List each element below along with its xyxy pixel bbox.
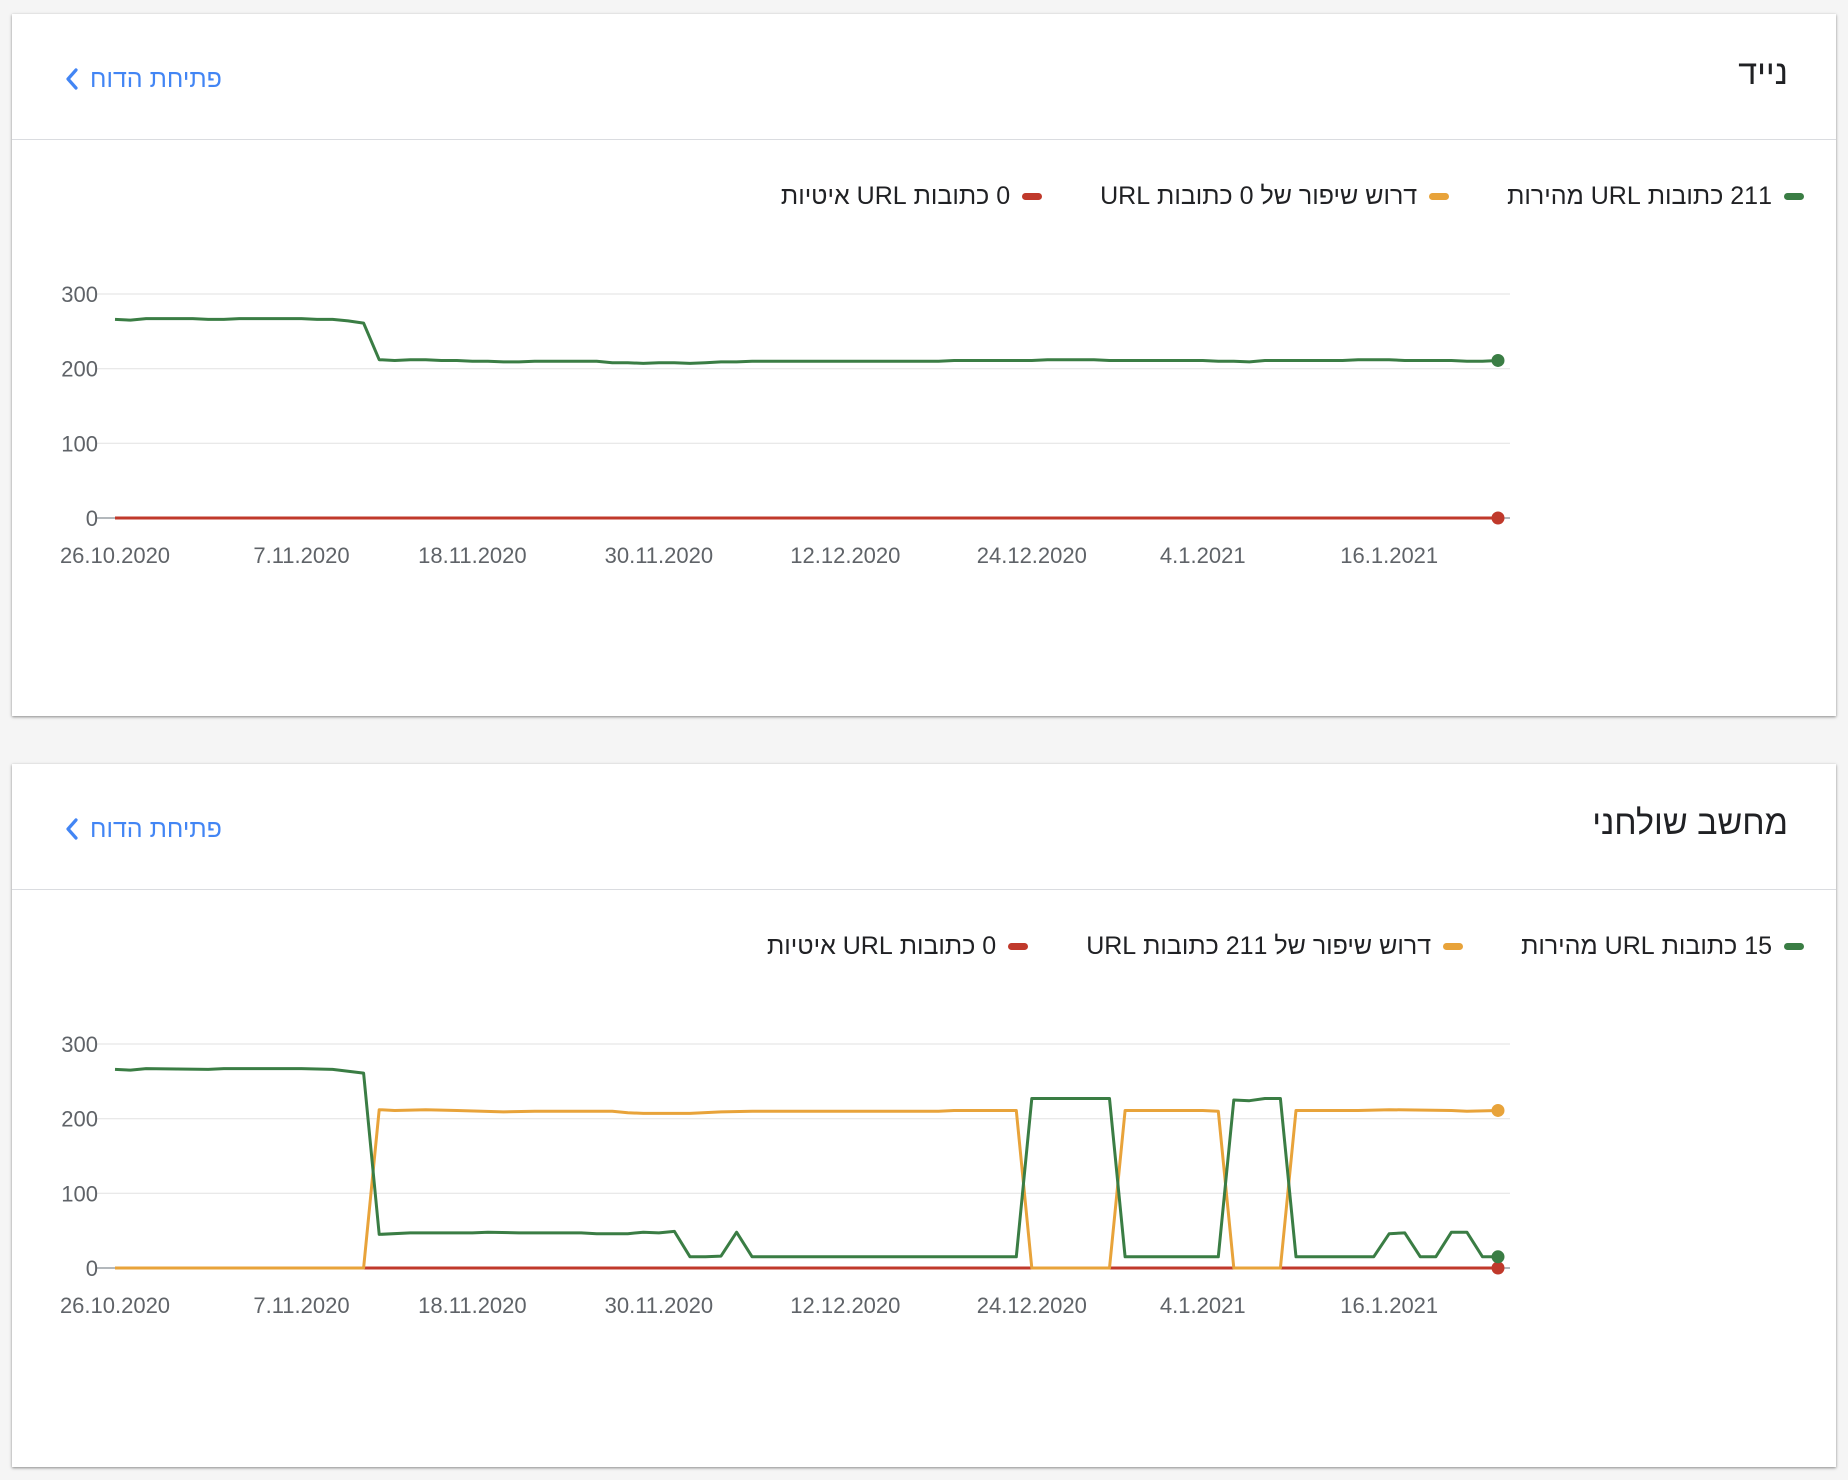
- card-title: נייד: [1738, 54, 1788, 92]
- legend-label: 211 כתובות URL מהירות: [1507, 181, 1772, 210]
- mobile-card: נייד פתיחת הדוח 0 כתובות URL איטיות דרוש…: [12, 14, 1836, 716]
- x-tick-label: 12.12.2020: [790, 1293, 900, 1318]
- legend-swatch: [1022, 192, 1043, 200]
- x-tick-label: 24.12.2020: [977, 543, 1087, 568]
- legend-item-fast[interactable]: 211 כתובות URL מהירות: [1507, 182, 1804, 211]
- series-line-1[interactable]: [114, 317, 1499, 365]
- chevron-left-icon: [66, 68, 78, 90]
- legend-item-needs-improvement[interactable]: דרוש שיפור של 211 כתובות URL: [1086, 931, 1464, 961]
- mobile-line-chart: 0 100 200 300 26.10.2020 7.11.2020 18.11.2020 3…: [60, 282, 1510, 568]
- legend-item-fast[interactable]: 15 כתובות URL מהירות: [1521, 932, 1804, 961]
- legend-item-needs-improvement[interactable]: דרוש שיפור של 0 כתובות URL: [1100, 181, 1450, 211]
- y-tick-label: 0: [86, 1256, 98, 1281]
- desktop-card: מחשב שולחני פתיחת הדוח 0 כתובות URL איטי…: [12, 764, 1836, 1467]
- series-end-point-1[interactable]: [1491, 1103, 1505, 1117]
- legend-swatch: [1008, 942, 1029, 950]
- open-report-link[interactable]: פתיחת הדוח: [64, 62, 222, 96]
- series-end-point-0[interactable]: [1491, 1261, 1505, 1275]
- chart-legend: 0 כתובות URL איטיות דרוש שיפור של 0 כתוב…: [723, 178, 1804, 214]
- x-tick-label: 16.1.2021: [1340, 1293, 1438, 1318]
- x-tick-label: 18.11.2020: [418, 1293, 526, 1318]
- x-tick-label: 26.10.2020: [60, 1293, 170, 1318]
- legend-item-slow[interactable]: 0 כתובות URL איטיות: [767, 931, 1029, 961]
- y-tick-label: 200: [61, 357, 98, 382]
- legend-swatch: [1429, 192, 1450, 200]
- legend-label: 0 כתובות URL איטיות: [780, 181, 1011, 210]
- chevron-left-icon: [66, 818, 78, 840]
- y-tick-label: 0: [86, 506, 98, 531]
- x-tick-label: 12.12.2020: [790, 543, 900, 568]
- x-tick-label: 26.10.2020: [60, 543, 170, 568]
- y-tick-label: 200: [61, 1107, 98, 1132]
- open-report-link[interactable]: פתיחת הדוח: [64, 812, 222, 846]
- legend-swatch: [1784, 192, 1804, 200]
- legend-swatch: [1443, 942, 1464, 950]
- card-header: נייד פתיחת הדוח: [12, 14, 1836, 140]
- card-header: מחשב שולחני פתיחת הדוח: [12, 764, 1836, 890]
- desktop-line-chart: 0 100 200 300 26.10.2020 7.11.2020 18.11.2020 3…: [60, 1032, 1510, 1318]
- open-report-label: פתיחת הדוח: [90, 64, 222, 93]
- y-tick-label: 300: [61, 282, 98, 307]
- x-tick-label: 18.11.2020: [418, 543, 526, 568]
- open-report-label: פתיחת הדוח: [90, 814, 222, 843]
- legend-label: 15 כתובות URL מהירות: [1521, 931, 1772, 960]
- x-tick-label: 30.11.2020: [605, 1293, 713, 1318]
- legend-label: דרוש שיפור של 211 כתובות URL: [1086, 931, 1432, 960]
- y-tick-label: 100: [61, 1181, 98, 1206]
- y-tick-label: 300: [61, 1032, 98, 1057]
- x-tick-label: 7.11.2020: [253, 543, 349, 568]
- legend-label: 0 כתובות URL איטיות: [767, 931, 997, 960]
- x-tick-label: 16.1.2021: [1340, 543, 1438, 568]
- x-tick-label: 4.1.2021: [1160, 543, 1246, 568]
- series-end-point-1[interactable]: [1491, 353, 1505, 367]
- legend-label: דרוש שיפור של 0 כתובות URL: [1100, 181, 1418, 210]
- series-end-point-0[interactable]: [1491, 511, 1505, 525]
- y-tick-label: 100: [61, 431, 98, 456]
- x-tick-label: 4.1.2021: [1160, 1293, 1246, 1318]
- chart-legend: 0 כתובות URL איטיות דרוש שיפור של 211 כת…: [709, 928, 1804, 964]
- legend-swatch: [1784, 942, 1804, 950]
- x-tick-label: 7.11.2020: [253, 1293, 349, 1318]
- x-tick-label: 24.12.2020: [977, 1293, 1087, 1318]
- series-end-point-2[interactable]: [1491, 1250, 1505, 1264]
- legend-item-slow[interactable]: 0 כתובות URL איטיות: [780, 181, 1043, 211]
- card-title: מחשב שולחני: [1592, 804, 1788, 842]
- x-tick-label: 30.11.2020: [605, 543, 713, 568]
